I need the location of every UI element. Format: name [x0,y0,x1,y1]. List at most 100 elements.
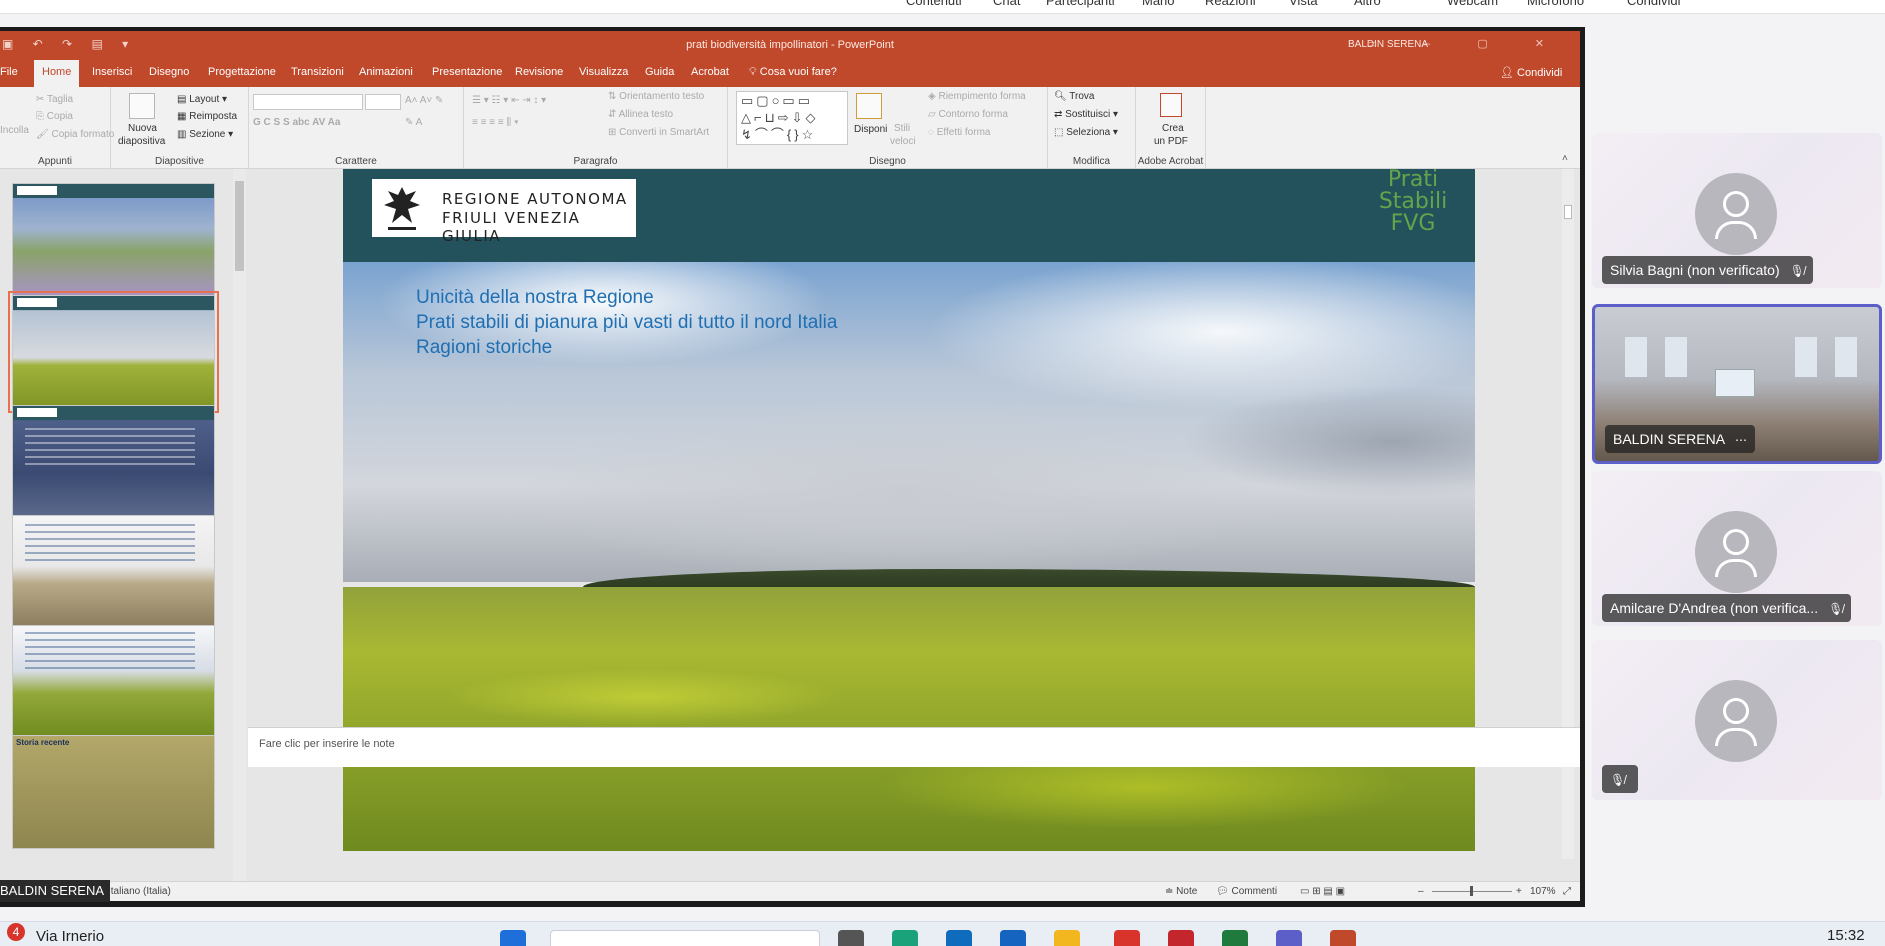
participant-tile[interactable]: Silvia Bagni (non verificato) 🎙︎̸ [1592,133,1882,288]
language-indicator[interactable]: Italiano (Italia) [108,886,171,897]
tab-design[interactable]: Progettazione [208,66,276,78]
powerpoint-icon[interactable] [1330,930,1356,946]
task-view-icon[interactable] [838,930,864,946]
tab-draw[interactable]: Disegno [149,66,189,78]
zoom-slider-thumb[interactable] [1470,886,1473,896]
create-pdf-label-2[interactable]: un PDF [1154,136,1188,147]
more-options-icon[interactable]: ⋯ [1735,433,1747,447]
window-controls[interactable]: ▭ – ▢ ✕ [1367,37,1566,50]
reset-button[interactable]: ▦ Reimposta [177,111,237,122]
font-grow-shrink[interactable]: A˄ A˅ ✎ [405,95,443,106]
participant-tile[interactable]: Amilcare D'Andrea (non verifica... 🎙︎̸ [1592,471,1882,626]
toolbar-chat[interactable]: Chat [993,0,1020,8]
shape-fill-button[interactable]: ◈ Riempimento forma [928,91,1026,102]
zoom-in-button[interactable]: + [1516,886,1522,897]
shape-outline-button[interactable]: ▱ Contorno forma [928,109,1008,120]
align-text-button[interactable]: ⇵ Allinea testo [608,109,673,120]
search-box[interactable] [550,930,820,946]
list-buttons[interactable]: ☰ ▾ ☷ ▾ ⇤ ⇥ ↕ ▾ [472,95,546,106]
font-color-button[interactable]: ✎ A [405,117,422,128]
toolbar-contents[interactable]: Contenuti [906,0,962,8]
replace-button[interactable]: ⇄ Sostituisci ▾ [1054,109,1118,120]
tab-review[interactable]: Revisione [515,66,563,78]
new-slide-label-1[interactable]: Nuova [128,123,157,134]
start-icon[interactable] [500,930,526,946]
zoom-level[interactable]: 107% [1530,886,1556,897]
cut-button[interactable]: ✂ Taglia [36,94,73,105]
weather-widget[interactable]: Via Irnerio [36,928,104,945]
acrobat-icon[interactable] [1168,930,1194,946]
comments-toggle[interactable]: 💬︎ Commenti [1216,886,1277,897]
tab-view[interactable]: Visualizza [579,66,628,78]
chrome-icon[interactable] [1114,930,1140,946]
quick-styles-label-2[interactable]: veloci [890,136,916,147]
toolbar-view[interactable]: Vista [1289,0,1318,8]
store-icon[interactable] [946,930,972,946]
slide-bullet[interactable]: Prati stabili di pianura più vasti di tu… [416,312,837,334]
file-explorer-icon[interactable] [1054,930,1080,946]
new-slide-label-2[interactable]: diapositiva [118,136,165,147]
tab-slideshow[interactable]: Presentazione [432,66,502,78]
select-button[interactable]: ⬚ Seleziona ▾ [1054,127,1118,138]
smartart-button[interactable]: ⊞ Converti in SmartArt [608,127,709,138]
format-painter-button[interactable]: 🖌︎ Copia formato [36,129,114,140]
participant-tile-video[interactable]: BALDIN SERENA ⋯ [1592,304,1882,464]
edge-icon[interactable] [892,930,918,946]
notes-pane[interactable]: Fare clic per inserire le note [248,727,1580,767]
slide-thumbnail[interactable] [12,515,215,629]
font-name-box[interactable] [253,94,363,110]
tab-insert[interactable]: Inserisci [92,66,132,78]
tab-acrobat[interactable]: Acrobat [691,66,729,78]
find-label: Trova [1069,91,1095,102]
fit-slide-icon[interactable]: ⤢ [1563,886,1571,897]
toolbar-reactions[interactable]: Reazioni [1205,0,1256,8]
arrange-button[interactable]: Disponi [854,124,887,135]
text-direction-button[interactable]: ⇅ Orientamento testo [608,91,704,102]
slide-thumbnail-selected[interactable] [8,291,219,413]
shape-effects-button[interactable]: ◌ Effetti forma [928,127,990,138]
slide-thumbnail[interactable]: Storia recente [12,735,215,849]
align-buttons[interactable]: ≡ ≡ ≡ ≡ ⫼ ▾ [472,117,519,128]
tell-me-search[interactable]: 💡︎ Cosa vuoi fare? [749,66,837,79]
toolbar-share[interactable]: Condividi [1627,0,1680,8]
tab-transitions[interactable]: Transizioni [291,66,344,78]
clock[interactable]: 15:32 [1827,927,1865,944]
tab-animations[interactable]: Animazioni [359,66,413,78]
font-size-box[interactable] [365,94,401,110]
group-acrobat: Crea un PDF Adobe Acrobat [1136,87,1206,169]
zoom-out-button[interactable]: – [1418,886,1424,897]
slide-bullet[interactable]: Ragioni storiche [416,337,552,359]
tab-file[interactable]: File [0,66,18,78]
thumbnails-scrollbar[interactable] [233,169,246,881]
copy-button[interactable]: ⎘ Copia [36,111,73,122]
find-button[interactable]: 🔍︎ Trova [1054,91,1095,102]
toolbar-participants[interactable]: Partecipanti [1046,0,1115,8]
tab-help[interactable]: Guida [645,66,674,78]
quick-styles-label-1[interactable]: Stili [894,123,910,134]
notes-toggle[interactable]: ≐ Note [1165,886,1197,897]
collapse-ribbon-icon[interactable]: ˄ [1562,153,1568,164]
share-button[interactable]: 👤︎ Condividi [1500,66,1562,79]
participant-tile[interactable]: 🎙︎̸ [1592,640,1882,800]
excel-icon[interactable] [1222,930,1248,946]
slide-bullet[interactable]: Unicità della nostra Regione [416,287,654,309]
font-format-buttons[interactable]: G C S S abc AV Aa [253,117,340,128]
toolbar-raise-hand[interactable]: Mano [1142,0,1175,8]
group-label: Diapositive [155,156,204,167]
teams-icon[interactable] [1276,930,1302,946]
paste-button[interactable]: Incolla [0,125,29,136]
notification-badge[interactable]: 4 [7,923,25,941]
slide-thumbnail[interactable] [12,183,215,297]
outlook-icon[interactable] [1000,930,1026,946]
layout-button[interactable]: ▤ Layout ▾ [177,94,227,105]
slide-thumbnail[interactable] [12,405,215,519]
shapes-gallery[interactable]: ▭▢○▭▭ △⌐⊔⇨⇩◇ ↯⌒⌒{}☆ [736,91,848,145]
section-button[interactable]: ▥ Sezione ▾ [177,129,233,140]
tab-home[interactable]: Home [34,60,80,87]
slide-thumbnail[interactable] [12,625,215,739]
toolbar-camera[interactable]: Webcam [1447,0,1498,8]
toolbar-microphone[interactable]: Microfono [1527,0,1584,8]
create-pdf-label-1[interactable]: Crea [1162,123,1184,134]
toolbar-more[interactable]: Altro [1354,0,1381,8]
view-buttons[interactable]: ▭ ⊞ ▤ ▣ [1300,886,1345,897]
